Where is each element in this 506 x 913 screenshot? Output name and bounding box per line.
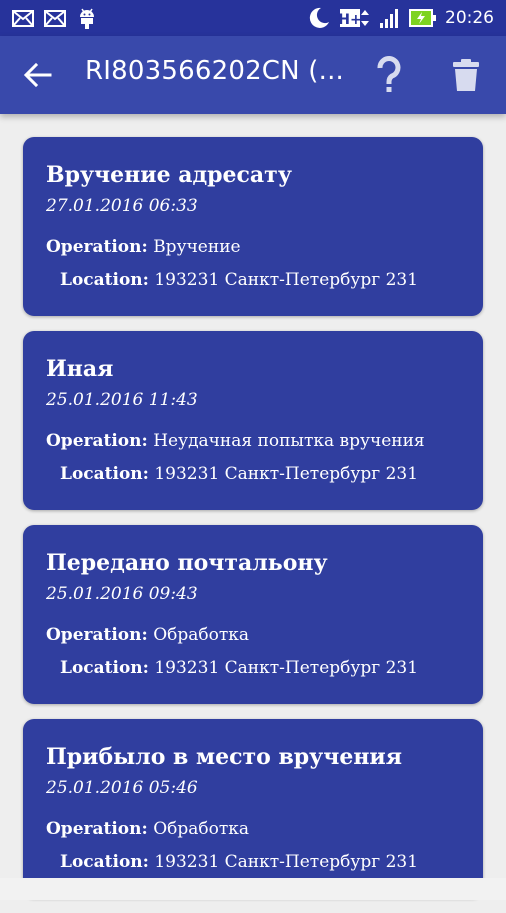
network-type-label: H+ bbox=[339, 12, 362, 28]
event-card[interactable]: Прибыло в место вручения 25.01.2016 05:4… bbox=[23, 719, 483, 898]
operation-value: Обработка bbox=[153, 819, 250, 839]
battery-charging-icon bbox=[409, 9, 436, 27]
status-system: H+ 20:26 bbox=[307, 6, 494, 30]
arrow-back-icon[interactable] bbox=[22, 59, 54, 91]
bottom-edge bbox=[0, 878, 506, 900]
event-date: 25.01.2016 05:46 bbox=[46, 778, 198, 798]
mail-icon bbox=[12, 9, 34, 27]
signal-icon bbox=[380, 9, 398, 28]
location-value: 193231 Санкт-Петербург 231 bbox=[154, 658, 419, 678]
operation-value: Неудачная попытка вручения bbox=[153, 431, 425, 451]
trash-icon[interactable] bbox=[450, 58, 482, 92]
location-value: 193231 Санкт-Петербург 231 bbox=[154, 852, 419, 872]
event-location: Location: 193231 Санкт-Петербург 231 bbox=[60, 852, 418, 872]
operation-label: Operation: bbox=[46, 237, 148, 257]
moon-icon bbox=[309, 7, 329, 28]
location-label: Location: bbox=[60, 464, 149, 484]
tracking-events-list[interactable]: Вручение адресату 27.01.2016 06:33 Opera… bbox=[23, 137, 483, 913]
event-operation: Operation: Обработка bbox=[46, 625, 249, 645]
event-date: 27.01.2016 06:33 bbox=[46, 196, 198, 216]
location-label: Location: bbox=[60, 852, 149, 872]
event-location: Location: 193231 Санкт-Петербург 231 bbox=[60, 658, 418, 678]
event-title: Прибыло в место вручения bbox=[46, 744, 402, 770]
app-bar: RI803566202CN (... bbox=[0, 36, 506, 114]
location-value: 193231 Санкт-Петербург 231 bbox=[154, 270, 419, 290]
operation-label: Operation: bbox=[46, 431, 148, 451]
event-date: 25.01.2016 09:43 bbox=[46, 584, 198, 604]
status-notifications bbox=[12, 7, 98, 29]
event-title: Иная bbox=[46, 356, 114, 382]
operation-value: Обработка bbox=[153, 625, 250, 645]
tracking-number-title: RI803566202CN (... bbox=[85, 56, 345, 86]
mail-icon bbox=[44, 9, 66, 27]
event-location: Location: 193231 Санкт-Петербург 231 bbox=[60, 270, 418, 290]
event-operation: Operation: Неудачная попытка вручения bbox=[46, 431, 425, 451]
network-h-plus-icon: H+ bbox=[339, 9, 369, 28]
event-location: Location: 193231 Санкт-Петербург 231 bbox=[60, 464, 418, 484]
operation-label: Operation: bbox=[46, 625, 148, 645]
status-bar: H+ 20:26 bbox=[0, 0, 506, 36]
event-card[interactable]: Иная 25.01.2016 11:43 Operation: Неудачн… bbox=[23, 331, 483, 510]
operation-value: Вручение bbox=[153, 237, 241, 257]
location-label: Location: bbox=[60, 270, 149, 290]
event-operation: Operation: Обработка bbox=[46, 819, 249, 839]
event-title: Вручение адресату bbox=[46, 162, 292, 188]
android-icon bbox=[80, 8, 94, 29]
event-card[interactable]: Вручение адресату 27.01.2016 06:33 Opera… bbox=[23, 137, 483, 316]
help-icon[interactable] bbox=[372, 56, 406, 94]
event-title: Передано почтальону bbox=[46, 550, 328, 576]
location-value: 193231 Санкт-Петербург 231 bbox=[154, 464, 419, 484]
event-card[interactable]: Передано почтальону 25.01.2016 09:43 Ope… bbox=[23, 525, 483, 704]
location-label: Location: bbox=[60, 658, 149, 678]
clock: 20:26 bbox=[445, 8, 494, 28]
event-operation: Operation: Вручение bbox=[46, 237, 241, 257]
event-date: 25.01.2016 11:43 bbox=[46, 390, 198, 410]
operation-label: Operation: bbox=[46, 819, 148, 839]
